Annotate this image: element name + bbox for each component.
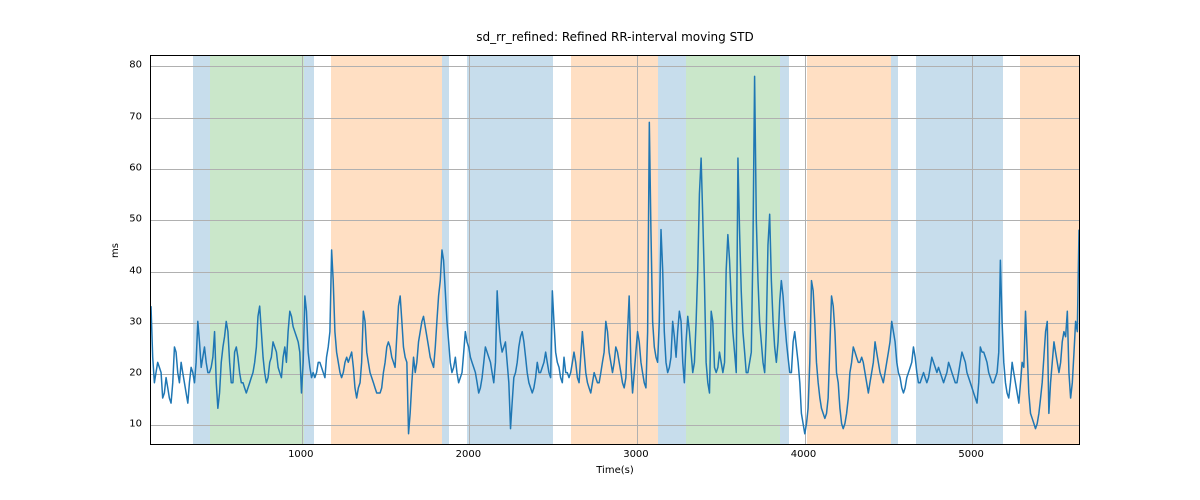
- y-tick-label: 60: [129, 162, 142, 173]
- y-tick-label: 20: [129, 368, 142, 379]
- figure: sd_rr_refined: Refined RR-interval movin…: [0, 0, 1200, 500]
- y-tick-label: 50: [129, 214, 142, 225]
- chart-title: sd_rr_refined: Refined RR-interval movin…: [150, 30, 1080, 44]
- x-tick-label: 1000: [288, 449, 313, 460]
- line-series: [151, 56, 1079, 444]
- y-tick-label: 10: [129, 419, 142, 430]
- y-tick-label: 40: [129, 265, 142, 276]
- x-axis-label: Time(s): [150, 465, 1080, 476]
- y-tick-label: 30: [129, 316, 142, 327]
- y-axis-label: ms: [105, 55, 125, 445]
- line-path: [151, 76, 1079, 433]
- y-tick-label: 70: [129, 111, 142, 122]
- y-tick-label: 80: [129, 60, 142, 71]
- plot-area: [150, 55, 1080, 445]
- x-tick-label: 4000: [791, 449, 816, 460]
- x-tick-label: 2000: [456, 449, 481, 460]
- x-tick-label: 5000: [958, 449, 983, 460]
- x-tick-label: 3000: [623, 449, 648, 460]
